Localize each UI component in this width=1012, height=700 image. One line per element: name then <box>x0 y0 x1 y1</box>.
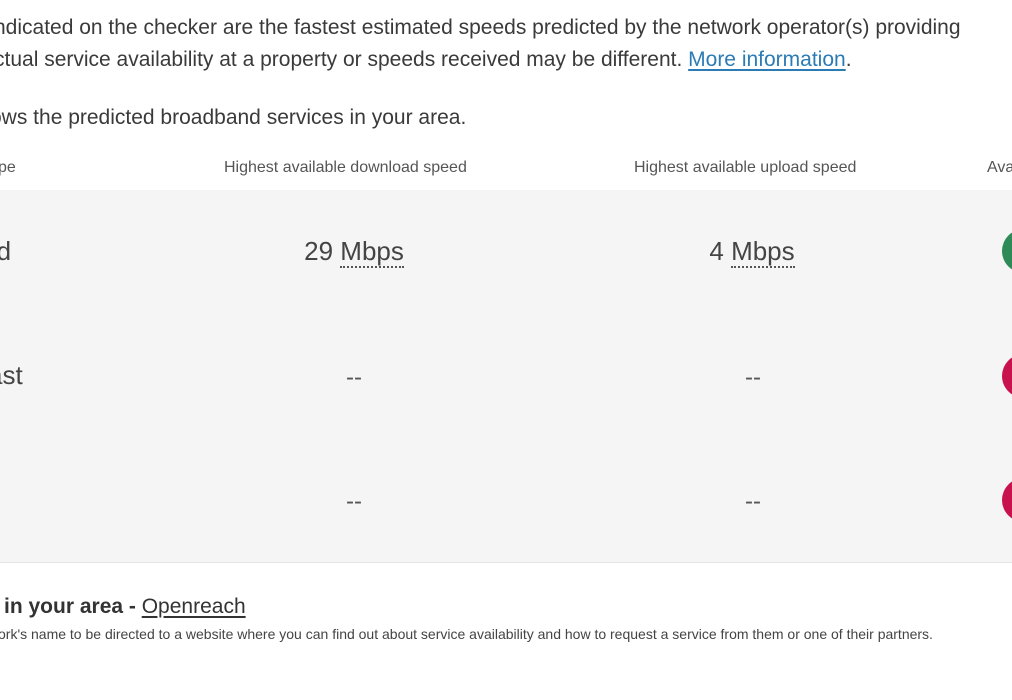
column-header-type: pe <box>0 159 16 176</box>
upload-speed-unit[interactable]: Mbps <box>731 236 795 268</box>
available-check-icon <box>1002 229 1012 273</box>
broadband-type-label: rd <box>0 236 12 266</box>
upload-speed-unavailable: -- <box>745 488 761 515</box>
table-row-ultrafast: t -- -- <box>0 438 1012 563</box>
download-speed-unavailable: -- <box>346 364 362 391</box>
openreach-link[interactable]: Openreach <box>142 595 246 618</box>
column-header-download: Highest available download speed <box>224 159 467 176</box>
intro-text-line-2-body: ctual service availability at a property… <box>0 48 689 71</box>
unavailable-cross-icon <box>1002 354 1012 398</box>
broadband-type-label: ast <box>0 360 23 390</box>
download-speed-unavailable: -- <box>346 488 362 515</box>
intro-text-line-2: ctual service availability at a property… <box>0 48 852 72</box>
download-speed: 29 Mbps <box>254 236 454 268</box>
column-header-availability: Ava <box>987 159 1012 176</box>
table-row-standard: rd 29 Mbps 4 Mbps <box>0 190 1012 315</box>
intro-text-line-3: ows the predicted broadband services in … <box>0 106 467 129</box>
unavailable-cross-icon <box>1002 478 1012 522</box>
more-information-link[interactable]: More information <box>688 48 846 71</box>
intro-text-line-2-end: . <box>845 48 852 71</box>
upload-speed-value: 4 <box>709 236 724 266</box>
intro-text-line-1: ndicated on the checker are the fastest … <box>0 16 961 39</box>
download-speed-unit[interactable]: Mbps <box>340 236 404 268</box>
table-row-superfast: ast -- -- <box>0 314 1012 439</box>
download-speed-value: 29 <box>304 236 334 266</box>
network-operators-heading: in your area - Openreach <box>4 595 246 619</box>
upload-speed-unavailable: -- <box>745 364 761 391</box>
network-operators-heading-text: in your area - <box>4 595 142 618</box>
column-header-upload: Highest available upload speed <box>634 159 857 176</box>
network-operators-note: ork's name to be directed to a website w… <box>0 626 933 642</box>
upload-speed: 4 Mbps <box>652 236 852 268</box>
